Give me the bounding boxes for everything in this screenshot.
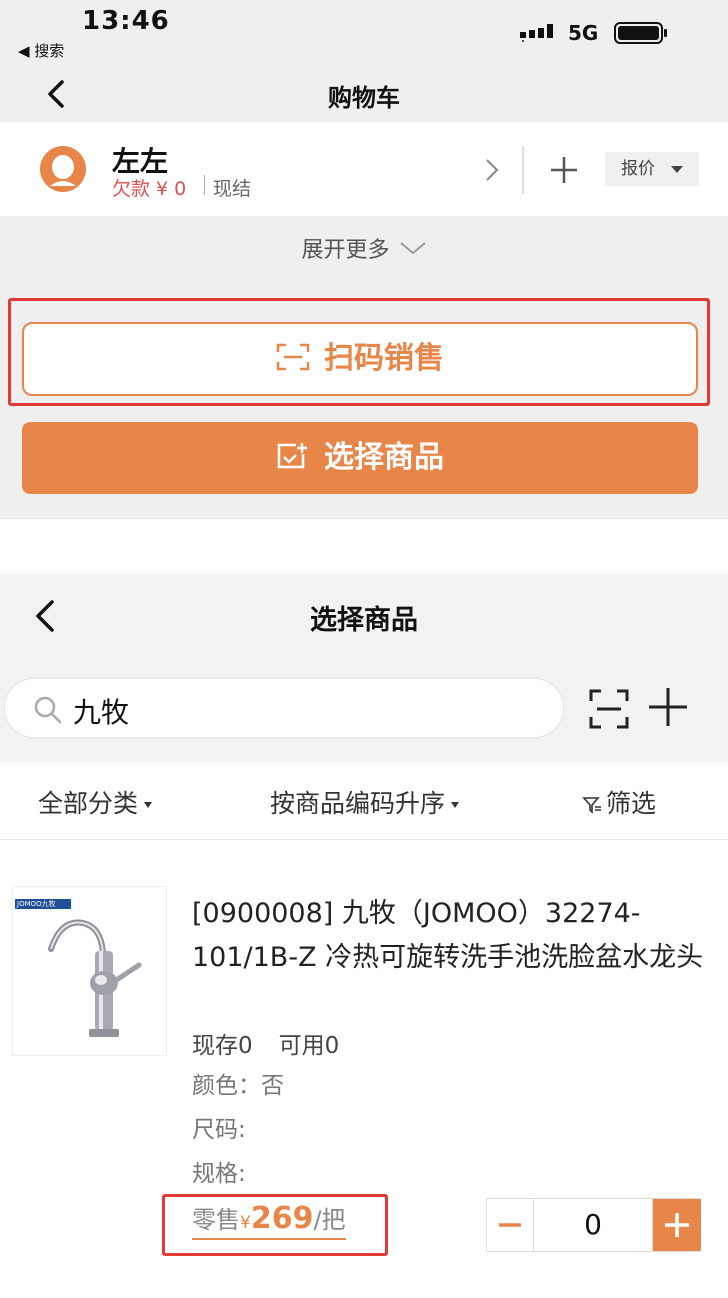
category-filter[interactable]: 全部分类 xyxy=(38,784,153,820)
add-icon[interactable] xyxy=(648,686,688,728)
brand-logo: JOMOO九牧 xyxy=(15,899,71,909)
filter-icon xyxy=(582,797,601,814)
search-value: 九牧 xyxy=(73,696,130,729)
minus-icon[interactable] xyxy=(487,1199,533,1251)
divider xyxy=(522,146,524,194)
settlement-mode: 现结 xyxy=(213,178,252,200)
select-goods-button[interactable]: 选择商品 xyxy=(22,422,698,494)
quote-dropdown[interactable]: 报价 xyxy=(605,152,699,186)
stock-on-hand: 现存0 xyxy=(192,1033,253,1059)
page-title: 购物车 xyxy=(328,84,400,112)
quantity-stepper[interactable]: 0 xyxy=(486,1198,701,1252)
select-goods-icon xyxy=(277,442,307,468)
filter-label: 筛选 xyxy=(606,789,657,818)
caret-down-icon xyxy=(671,166,683,173)
stock-available: 可用0 xyxy=(278,1033,340,1059)
add-customer-icon[interactable] xyxy=(548,154,580,186)
attr-color: 颜色：否 xyxy=(192,1073,284,1099)
search-input[interactable]: 九牧 xyxy=(4,678,564,738)
select-goods-label: 选择商品 xyxy=(324,440,444,475)
product-image[interactable]: JOMOO九牧 xyxy=(12,886,167,1056)
stock-info: 现存0 可用0 xyxy=(192,1026,339,1060)
caret-down-icon xyxy=(144,802,153,808)
chevron-down-icon xyxy=(399,242,426,255)
product-item[interactable]: JOMOO九牧 [0900008] 九牧（JOMOO）32274-101/1B-… xyxy=(0,840,728,1290)
attr-size: 尺码: xyxy=(192,1117,246,1143)
product-title: [0900008] 九牧（JOMOO）32274-101/1B-Z 冷热可旋转洗… xyxy=(192,898,704,973)
customer-card[interactable]: 左左 欠款 ¥ 0 现结 报价 xyxy=(0,122,728,216)
sort-dropdown[interactable]: 按商品编码升序 xyxy=(270,784,460,820)
filter-bar: 全部分类 按商品编码升序 筛选 xyxy=(0,762,728,840)
customer-debt: 欠款 ¥ 0 xyxy=(112,178,187,200)
select-nav-bar: 选择商品 xyxy=(0,574,728,656)
sort-label: 按商品编码升序 xyxy=(270,789,446,818)
scan-icon[interactable] xyxy=(588,688,630,730)
page-title: 选择商品 xyxy=(310,605,418,636)
highlight-annotation xyxy=(162,1194,388,1256)
screen-divider xyxy=(0,518,728,574)
divider xyxy=(204,175,205,195)
filter-button[interactable]: 筛选 xyxy=(582,784,656,820)
expand-more-toggle[interactable]: 展开更多 xyxy=(0,216,728,278)
quantity-value[interactable]: 0 xyxy=(533,1199,653,1251)
search-icon xyxy=(34,696,62,724)
signal-icon xyxy=(520,24,553,42)
status-back-link[interactable]: ◀ 搜索 xyxy=(18,40,64,61)
network-label: 5G xyxy=(568,21,599,45)
faucet-image xyxy=(48,919,142,1037)
select-goods-screen: 选择商品 九牧 全部分类 按商品编码升序 筛选 JOMOO九牧 [0900008… xyxy=(0,574,728,1298)
status-time: 13:46 xyxy=(82,6,170,36)
avatar-icon xyxy=(40,146,86,192)
status-bar: 13:46 ◀ 搜索 5G xyxy=(0,0,728,64)
search-row: 九牧 xyxy=(0,656,728,762)
plus-icon[interactable] xyxy=(653,1199,701,1251)
category-filter-label: 全部分类 xyxy=(38,789,139,818)
cart-screen: 13:46 ◀ 搜索 5G 购物车 左左 欠款 ¥ 0 现结 报价 展开更多 扫… xyxy=(0,0,728,518)
quote-label: 报价 xyxy=(621,159,655,179)
battery-icon xyxy=(614,22,667,44)
attr-spec: 规格: xyxy=(192,1161,246,1187)
expand-more-label: 展开更多 xyxy=(301,238,390,263)
chevron-right-icon[interactable] xyxy=(482,156,502,184)
cart-nav-bar: 购物车 xyxy=(0,64,728,122)
highlight-annotation xyxy=(8,298,710,406)
caret-down-icon xyxy=(451,802,460,808)
